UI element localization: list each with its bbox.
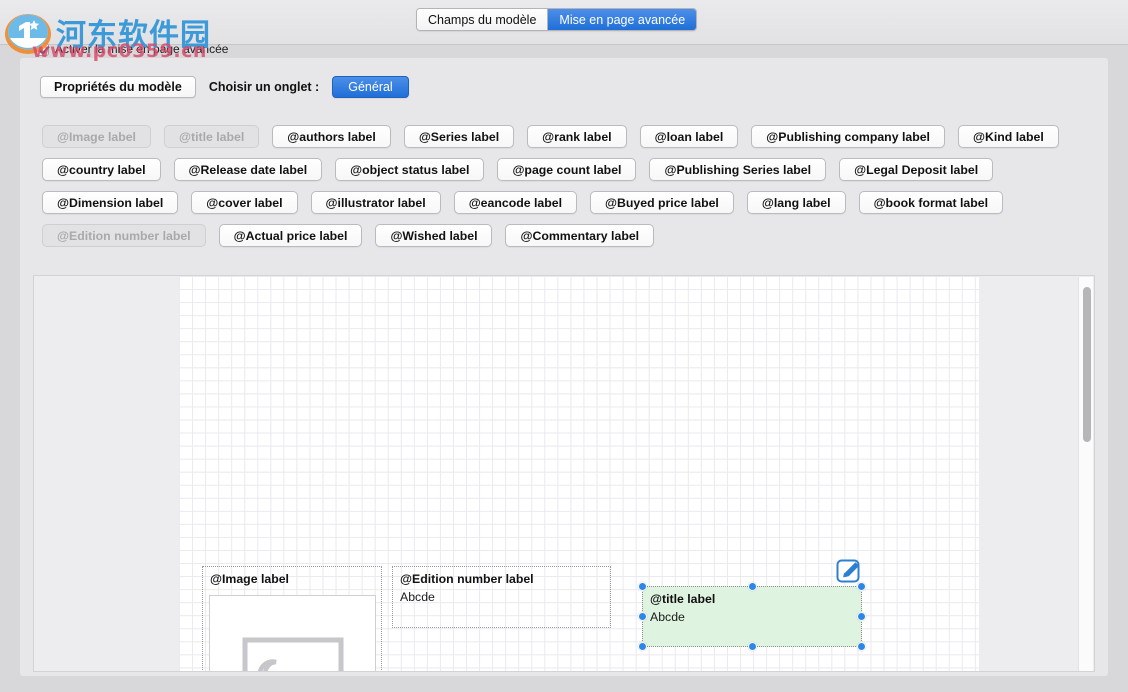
tab-champs-du-modele[interactable]: Champs du modèle: [417, 9, 548, 30]
chip-legal-deposit-label[interactable]: @Legal Deposit label: [839, 158, 994, 181]
chip-country-label[interactable]: @country label: [42, 158, 161, 181]
canvas-field-image[interactable]: @Image label: [202, 566, 382, 671]
model-properties-button[interactable]: Propriétés du modèle: [40, 76, 196, 98]
bottom-strip: [20, 676, 1108, 692]
chip-page-count-label[interactable]: @page count label: [497, 158, 637, 181]
chip-buyed-price-label[interactable]: @Buyed price label: [590, 191, 734, 214]
field-chip-palette: @Image label @title label @authors label…: [42, 125, 1082, 257]
enable-advanced-layout-checkbox-row[interactable]: Activer la mise en page avancée: [36, 42, 228, 56]
chip-publishing-series-label[interactable]: @Publishing Series label: [649, 158, 827, 181]
chip-kind-label[interactable]: @Kind label: [957, 125, 1059, 148]
enable-advanced-layout-label: Activer la mise en page avancée: [55, 42, 229, 56]
chip-row-4: @Edition number label @Actual price labe…: [42, 224, 1082, 247]
resize-handle-e[interactable]: [857, 612, 866, 621]
chip-wished-label[interactable]: @Wished label: [375, 224, 493, 247]
chip-row-2: @country label @Release date label @obje…: [42, 158, 1082, 181]
tab-chooser-label: Choisir un onglet :: [208, 80, 320, 94]
chip-series-label[interactable]: @Series label: [403, 125, 515, 148]
edit-pencil-square-icon[interactable]: [836, 559, 863, 584]
resize-handle-s[interactable]: [747, 642, 757, 651]
chip-edition-number-label[interactable]: @Edition number label: [42, 224, 206, 247]
chip-eancode-label[interactable]: @eancode label: [453, 191, 578, 214]
chip-actual-price-label[interactable]: @Actual price label: [218, 224, 363, 247]
chip-title-label[interactable]: @title label: [163, 125, 260, 148]
canvas-field-title-value: Abcde: [650, 610, 685, 624]
panel-toolbar: Propriétés du modèle Choisir un onglet :…: [40, 76, 409, 98]
chip-rank-label[interactable]: @rank label: [527, 125, 627, 148]
chip-book-format-label[interactable]: @book format label: [858, 191, 1004, 214]
canvas-scroll-area: @Image label @Edition number label Abcde: [34, 276, 1079, 671]
app-root: Champs du modèle Mise en page avancée Ac…: [0, 0, 1128, 692]
layout-design-canvas[interactable]: @Image label @Edition number label Abcde: [33, 275, 1095, 672]
checkbox-icon[interactable]: [36, 42, 49, 56]
top-bar: Champs du modèle Mise en page avancée Ac…: [0, 0, 1128, 56]
image-placeholder-frame: [209, 595, 376, 671]
tab-chooser-general-button[interactable]: Général: [332, 76, 409, 98]
canvas-field-image-title: @Image label: [210, 572, 289, 586]
chip-loan-label[interactable]: @loan label: [639, 125, 739, 148]
chip-row-1: @Image label @title label @authors label…: [42, 125, 1082, 148]
resize-handle-se[interactable]: [857, 642, 866, 651]
chip-image-label[interactable]: @Image label: [42, 125, 151, 148]
canvas-field-edition-number-value: Abcde: [400, 590, 435, 604]
chip-release-date-label[interactable]: @Release date label: [173, 158, 323, 181]
chip-cover-label[interactable]: @cover label: [191, 191, 298, 214]
resize-handle-w[interactable]: [638, 612, 647, 621]
chip-publishing-company-label[interactable]: @Publishing company label: [751, 125, 945, 148]
canvas-vertical-scrollbar[interactable]: [1078, 277, 1093, 671]
canvas-field-edition-number-title: @Edition number label: [400, 572, 534, 586]
chip-authors-label[interactable]: @authors label: [272, 125, 391, 148]
canvas-field-title-selected[interactable]: @title label Abcde: [638, 582, 866, 651]
picture-placeholder-icon: [242, 637, 343, 671]
chip-object-status-label[interactable]: @object status label: [335, 158, 485, 181]
advanced-layout-panel: Propriétés du modèle Choisir un onglet :…: [20, 58, 1108, 676]
view-mode-segmented-control[interactable]: Champs du modèle Mise en page avancée: [416, 8, 698, 31]
tab-mise-en-page-avancee[interactable]: Mise en page avancée: [547, 9, 697, 30]
chip-row-3: @Dimension label @cover label @illustrat…: [42, 191, 1082, 214]
chip-illustrator-label[interactable]: @illustrator label: [310, 191, 441, 214]
chip-dimension-label[interactable]: @Dimension label: [42, 191, 179, 214]
chip-commentary-label[interactable]: @Commentary label: [505, 224, 655, 247]
resize-handle-n[interactable]: [747, 582, 757, 591]
chip-lang-label[interactable]: @lang label: [746, 191, 846, 214]
resize-handle-sw[interactable]: [638, 642, 647, 651]
resize-handle-nw[interactable]: [638, 582, 647, 591]
canvas-scrollbar-thumb[interactable]: [1082, 287, 1091, 442]
canvas-field-edition-number[interactable]: @Edition number label Abcde: [392, 566, 611, 628]
